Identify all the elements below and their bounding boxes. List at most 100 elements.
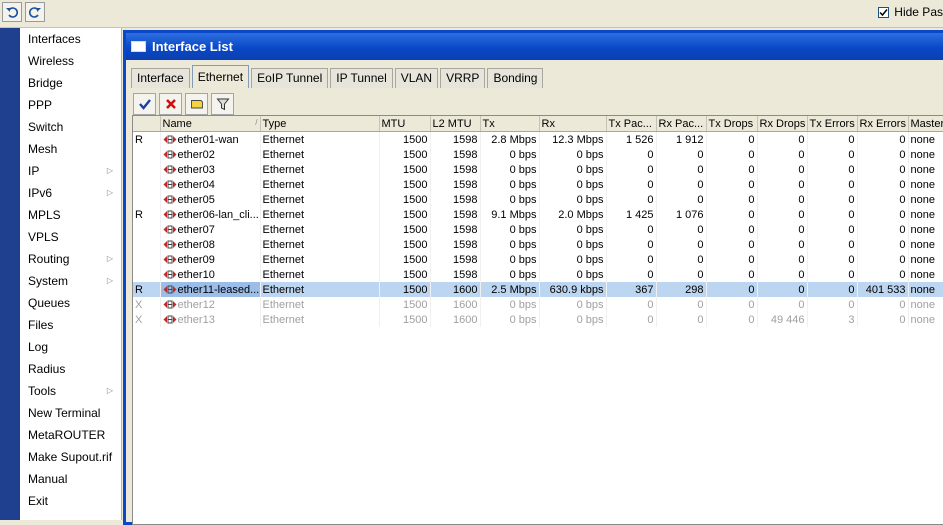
column-header-rx-pac[interactable]: Rx Pac...: [656, 116, 707, 132]
sidebar-item-mesh[interactable]: Mesh: [20, 138, 121, 160]
comment-button[interactable]: [185, 93, 208, 115]
redo-button[interactable]: [25, 2, 45, 22]
sidebar-item-routing[interactable]: Routing ▷: [20, 248, 121, 270]
sidebar-item-label: Log: [28, 340, 49, 354]
disable-button[interactable]: [159, 93, 182, 115]
cell-tx: 0 bps: [480, 297, 540, 312]
cell-master: none: [908, 162, 943, 177]
sidebar-item-radius[interactable]: Radius: [20, 358, 121, 380]
ethernet-port-icon: [163, 285, 177, 294]
sidebar-item-interfaces[interactable]: Interfaces: [20, 28, 121, 50]
table-row[interactable]: ether09 Ethernet 1500 1598 0 bps 0 bps 0 0 0 0 0 0 n…: [133, 252, 943, 267]
table-row[interactable]: Xether13 Ethernet 1500 1600 0 bps 0 bps 0 0 0 49 …: [133, 312, 943, 327]
cell-txd: 0: [706, 162, 758, 177]
cell-rx: 0 bps: [539, 177, 607, 192]
column-header-tx[interactable]: Tx: [480, 116, 540, 132]
table-row[interactable]: ether04 Ethernet 1500 1598 0 bps 0 bps 0 0 0 0 0 0 n…: [133, 177, 943, 192]
undo-button[interactable]: [2, 2, 22, 22]
sidebar-item-manual[interactable]: Manual: [20, 468, 121, 490]
cell-tx: 0 bps: [480, 147, 540, 162]
tab-vlan[interactable]: VLAN: [394, 68, 439, 88]
sidebar-item-metarouter[interactable]: MetaROUTER: [20, 424, 121, 446]
sidebar-item-files[interactable]: Files: [20, 314, 121, 336]
column-header-flag[interactable]: [133, 116, 161, 132]
cell-txd: 0: [706, 192, 758, 207]
column-header-tx-pac[interactable]: Tx Pac...: [606, 116, 657, 132]
cell-txe: 0: [807, 147, 858, 162]
table-row[interactable]: ether03 Ethernet 1500 1598 0 bps 0 bps 0 0 0 0 0 0 n…: [133, 162, 943, 177]
cell-rx: 0 bps: [539, 192, 607, 207]
table-row[interactable]: ether07 Ethernet 1500 1598 0 bps 0 bps 0 0 0 0 0 0 n…: [133, 222, 943, 237]
sidebar-item-exit[interactable]: Exit: [20, 490, 121, 512]
submenu-arrow-icon: ▷: [106, 386, 113, 395]
sidebar-item-ipv6[interactable]: IPv6 ▷: [20, 182, 121, 204]
cell-tx: 0 bps: [480, 192, 540, 207]
tab-ip-tunnel[interactable]: IP Tunnel: [330, 68, 393, 88]
tab-eoip-tunnel[interactable]: EoIP Tunnel: [251, 68, 329, 88]
table-row[interactable]: Xether12 Ethernet 1500 1600 0 bps 0 bps 0 0 0 0 0 0…: [133, 297, 943, 312]
cell-rx: 0 bps: [539, 147, 607, 162]
enable-button[interactable]: [133, 93, 156, 115]
tab-vrrp[interactable]: VRRP: [440, 68, 486, 88]
hide-passwords-checkbox[interactable]: [878, 6, 890, 18]
cell-txp: 0: [606, 237, 657, 252]
table-row[interactable]: Rether06-lan_cli... Ethernet 1500 1598 9.1 M…: [133, 207, 943, 222]
sidebar-item-new-terminal[interactable]: New Terminal: [20, 402, 121, 424]
table-row[interactable]: ether05 Ethernet 1500 1598 0 bps 0 bps 0 0 0 0 0 0 n…: [133, 192, 943, 207]
cell-type: Ethernet: [260, 222, 380, 237]
sidebar-item-wireless[interactable]: Wireless: [20, 50, 121, 72]
sidebar-item-label: Files: [28, 318, 54, 332]
cell-name: ether03: [160, 162, 261, 177]
column-header-tx-drops[interactable]: Tx Drops: [706, 116, 758, 132]
column-header-rx-drops[interactable]: Rx Drops: [757, 116, 808, 132]
table-row[interactable]: ether08 Ethernet 1500 1598 0 bps 0 bps 0 0 0 0 0 0 n…: [133, 237, 943, 252]
sidebar-item-bridge[interactable]: Bridge: [20, 72, 121, 94]
column-header-type[interactable]: Type: [260, 116, 380, 132]
cell-txe: 0: [807, 192, 858, 207]
table-row[interactable]: Rether11-leased... Ethernet 1500 1600 2.5 Mb…: [133, 282, 943, 297]
filter-button[interactable]: [211, 93, 234, 115]
sidebar-item-make-supout-rif[interactable]: Make Supout.rif: [20, 446, 121, 468]
column-header-rx[interactable]: Rx: [539, 116, 607, 132]
cell-name: ether08: [160, 237, 261, 252]
sidebar-item-ip[interactable]: IP ▷: [20, 160, 121, 182]
column-header-rx-errors[interactable]: Rx Errors: [857, 116, 909, 132]
tab-bonding[interactable]: Bonding: [487, 68, 544, 88]
cell-master: none: [908, 147, 943, 162]
sidebar-item-switch[interactable]: Switch: [20, 116, 121, 138]
cell-flag: [133, 177, 161, 192]
table-row[interactable]: ether10 Ethernet 1500 1598 0 bps 0 bps 0 0 0 0 0 0 n…: [133, 267, 943, 282]
cell-txd: 0: [706, 207, 758, 222]
sidebar-item-queues[interactable]: Queues: [20, 292, 121, 314]
ethernet-port-icon: [163, 270, 177, 279]
cell-tx: 9.1 Mbps: [480, 207, 540, 222]
cell-mtu: 1500: [379, 177, 431, 192]
cell-type: Ethernet: [260, 267, 380, 282]
cell-l2mtu: 1598: [430, 207, 481, 222]
sidebar-item-tools[interactable]: Tools ▷: [20, 380, 121, 402]
column-header-name[interactable]: Name /: [160, 116, 261, 132]
window-titlebar[interactable]: Interface List: [126, 33, 943, 60]
sidebar-item-log[interactable]: Log: [20, 336, 121, 358]
cell-l2mtu: 1598: [430, 237, 481, 252]
column-header-mtu[interactable]: MTU: [379, 116, 431, 132]
cell-rxp: 0: [656, 267, 707, 282]
tab-interface[interactable]: Interface: [131, 68, 190, 88]
column-header-l2-mtu[interactable]: L2 MTU: [430, 116, 481, 132]
sidebar-item-vpls[interactable]: VPLS: [20, 226, 121, 248]
hide-passwords-toggle[interactable]: Hide Pas: [878, 5, 943, 19]
cell-rx: 0 bps: [539, 312, 607, 327]
cell-flag: [133, 147, 161, 162]
sidebar-item-mpls[interactable]: MPLS: [20, 204, 121, 226]
table-row[interactable]: Rether01-wan Ethernet 1500 1598 2.8 Mbps 12.3…: [133, 131, 943, 147]
sidebar-item-system[interactable]: System ▷: [20, 270, 121, 292]
cell-rxd: 0: [757, 192, 808, 207]
table-row[interactable]: ether02 Ethernet 1500 1598 0 bps 0 bps 0 0 0 0 0 0 n…: [133, 147, 943, 162]
sidebar-item-ppp[interactable]: PPP: [20, 94, 121, 116]
cell-l2mtu: 1598: [430, 131, 481, 147]
submenu-arrow-icon: ▷: [106, 254, 113, 263]
column-header-tx-errors[interactable]: Tx Errors: [807, 116, 858, 132]
column-header-master[interactable]: Master: [908, 116, 943, 132]
interface-table: Name / Type MTU L2 MTU Tx Rx Tx Pac... Rx Pac...…: [133, 116, 943, 327]
tab-ethernet[interactable]: Ethernet: [191, 65, 250, 88]
